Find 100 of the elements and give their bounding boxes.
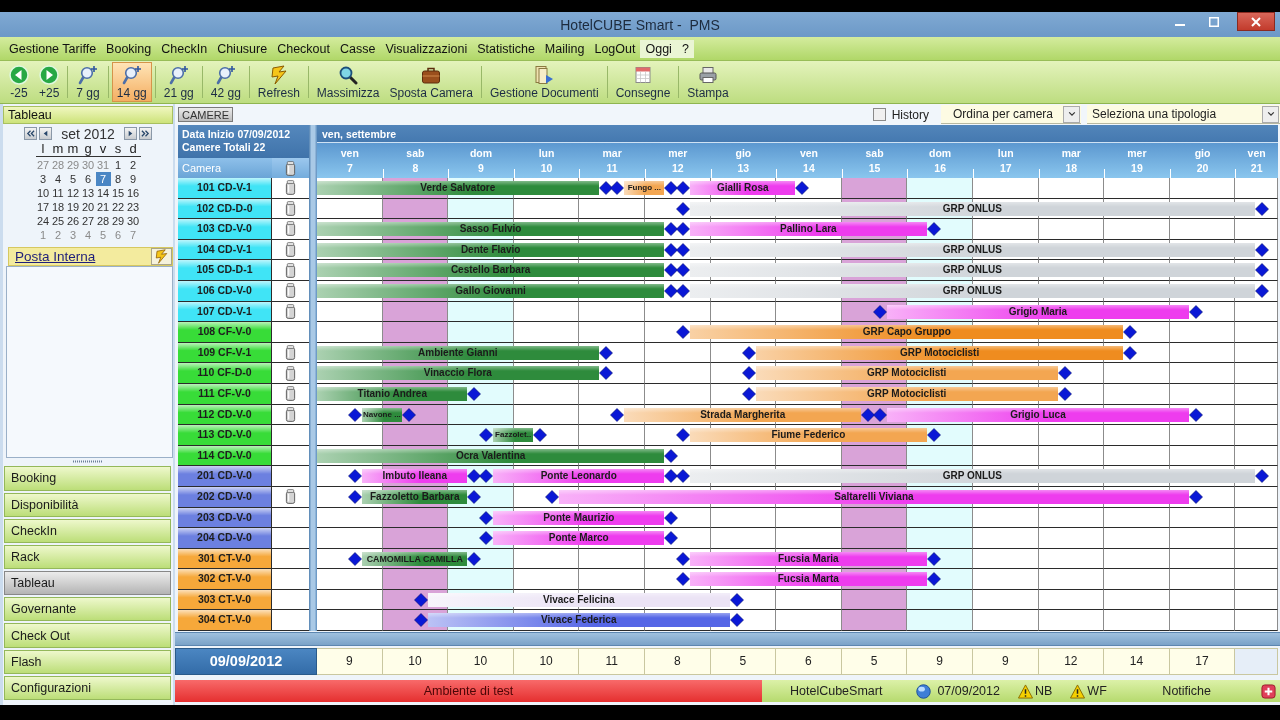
diamond-icon[interactable] bbox=[741, 366, 756, 381]
booking-bar[interactable]: GRP ONLUS bbox=[690, 242, 1255, 257]
menu-item[interactable]: Chiusure bbox=[212, 39, 273, 58]
booking-bar[interactable]: Vivace Federica bbox=[427, 613, 730, 628]
menu-item[interactable]: Mailing bbox=[539, 39, 590, 58]
calendar-day[interactable]: 20 bbox=[80, 200, 96, 214]
booking-bar[interactable]: Pallino Lara bbox=[690, 222, 927, 237]
diamond-icon[interactable] bbox=[676, 222, 691, 237]
room-cell[interactable]: 201 CD-V-0 bbox=[178, 466, 272, 487]
diamond-icon[interactable] bbox=[676, 428, 691, 443]
diamond-icon[interactable] bbox=[348, 469, 363, 484]
triangle-right-icon[interactable] bbox=[123, 127, 137, 140]
diamond-icon[interactable] bbox=[676, 551, 691, 566]
calendar-day[interactable]: 3 bbox=[35, 172, 51, 186]
room-cell[interactable]: 114 CD-V-0 bbox=[178, 445, 272, 467]
diamond-icon[interactable] bbox=[1254, 263, 1269, 278]
toolbar-button[interactable]: Refresh bbox=[252, 62, 305, 102]
booking-bar[interactable]: Sasso Fulvio bbox=[317, 222, 665, 237]
booking-bar[interactable]: GRP ONLUS bbox=[690, 283, 1255, 298]
diamond-icon[interactable] bbox=[479, 510, 494, 525]
toolbar-button[interactable]: 14 gg bbox=[111, 62, 152, 102]
nav-button[interactable]: Check Out bbox=[4, 623, 171, 648]
calendar-day[interactable]: 14 bbox=[95, 186, 111, 200]
nav-button[interactable]: Flash bbox=[4, 649, 171, 674]
notifications-label[interactable]: Notifiche bbox=[1162, 684, 1211, 699]
booking-bar[interactable]: GRP ONLUS bbox=[690, 469, 1255, 484]
diamond-icon[interactable] bbox=[676, 181, 691, 195]
diamond-icon[interactable] bbox=[479, 531, 494, 546]
room-cell[interactable]: 109 CF-V-1 bbox=[178, 342, 272, 364]
calendar-day[interactable]: 23 bbox=[125, 200, 141, 214]
booking-bar[interactable]: Ponte Leonardo bbox=[493, 469, 665, 484]
calendar-day[interactable]: 2 bbox=[125, 158, 141, 172]
diamond-icon[interactable] bbox=[729, 613, 744, 628]
lightning-icon[interactable] bbox=[151, 248, 172, 265]
calendar-day[interactable]: 1 bbox=[110, 158, 126, 172]
double-chevron-right-icon[interactable] bbox=[138, 127, 152, 140]
booking-bar[interactable]: Fucsia Marta bbox=[690, 572, 927, 587]
calendar-day[interactable]: 18 bbox=[50, 200, 66, 214]
calendar-day[interactable]: 8 bbox=[110, 172, 126, 186]
diamond-icon[interactable] bbox=[676, 572, 691, 587]
diamond-icon[interactable] bbox=[401, 407, 416, 422]
diamond-icon[interactable] bbox=[676, 242, 691, 257]
scrollbar[interactable] bbox=[175, 632, 1280, 647]
calendar-day[interactable]: 5 bbox=[65, 172, 81, 186]
diamond-icon[interactable] bbox=[598, 345, 613, 360]
menu-item[interactable]: Booking bbox=[101, 39, 157, 58]
booking-bar[interactable]: Ponte Marco bbox=[493, 531, 665, 546]
room-cell[interactable]: 112 CD-V-0 bbox=[178, 404, 272, 426]
booking-bar[interactable]: Grigio Luca bbox=[886, 407, 1190, 422]
diamond-icon[interactable] bbox=[1254, 242, 1269, 257]
calendar-day[interactable]: 24 bbox=[35, 214, 51, 228]
menu-item[interactable]: CheckIn bbox=[156, 39, 213, 58]
diamond-icon[interactable] bbox=[664, 510, 679, 525]
diamond-icon[interactable] bbox=[926, 551, 941, 566]
booking-bar[interactable]: CAMOMILLA CAMILLA bbox=[362, 551, 468, 566]
grip-icon[interactable] bbox=[73, 459, 103, 463]
calendar-day[interactable]: 30 bbox=[125, 214, 141, 228]
booking-bar[interactable]: Imbuto Ileana bbox=[362, 469, 468, 484]
checkbox[interactable] bbox=[872, 108, 886, 121]
diamond-icon[interactable] bbox=[741, 345, 756, 360]
nav-button[interactable]: Booking bbox=[4, 466, 171, 491]
room-cell[interactable]: 110 CF-D-0 bbox=[178, 363, 272, 384]
calendar-day[interactable]: 19 bbox=[65, 200, 81, 214]
menu-item[interactable]: Gestione Tariffe bbox=[4, 39, 102, 58]
calendar-day[interactable]: 7 bbox=[95, 172, 111, 186]
booking-bar[interactable]: Titanio Andrea bbox=[317, 386, 468, 401]
nav-button[interactable]: Governante bbox=[4, 597, 171, 622]
menu-item[interactable]: Checkout bbox=[272, 39, 335, 58]
booking-bar[interactable]: Fungo ... bbox=[624, 181, 665, 195]
diamond-icon[interactable] bbox=[664, 283, 679, 298]
diamond-icon[interactable] bbox=[1123, 325, 1138, 340]
diamond-icon[interactable] bbox=[467, 551, 482, 566]
nav-button[interactable]: Tableau bbox=[4, 571, 171, 596]
booking-bar[interactable]: GRP ONLUS bbox=[690, 201, 1255, 216]
diamond-icon[interactable] bbox=[413, 592, 428, 607]
toolbar-button[interactable]: -25 bbox=[4, 62, 34, 102]
menu-item[interactable]: Casse bbox=[335, 39, 381, 58]
diamond-icon[interactable] bbox=[861, 407, 876, 422]
type-dropdown[interactable]: Seleziona una tipologia bbox=[1087, 105, 1280, 124]
calendar-day[interactable]: 6 bbox=[80, 172, 96, 186]
booking-bar[interactable]: Saltarelli Viviana bbox=[558, 489, 1190, 504]
room-cell[interactable]: 304 CT-V-0 bbox=[178, 610, 272, 632]
calendar-day[interactable]: 4 bbox=[50, 172, 66, 186]
toolbar-button[interactable]: Sposta Camera bbox=[384, 62, 478, 102]
diamond-icon[interactable] bbox=[413, 613, 428, 628]
diamond-icon[interactable] bbox=[664, 242, 679, 257]
tab[interactable]: CAMERE bbox=[178, 107, 234, 122]
diamond-icon[interactable] bbox=[926, 222, 941, 237]
diamond-icon[interactable] bbox=[872, 304, 887, 319]
calendar-day[interactable]: 17 bbox=[35, 200, 51, 214]
booking-bar[interactable]: Ocra Valentina bbox=[317, 448, 665, 463]
diamond-icon[interactable] bbox=[926, 572, 941, 587]
menu-item[interactable]: Oggi bbox=[640, 39, 677, 58]
room-cell[interactable]: 105 CD-D-1 bbox=[178, 260, 272, 281]
calendar-day[interactable]: 28 bbox=[95, 214, 111, 228]
booking-bar[interactable]: Dente Flavio bbox=[317, 242, 665, 257]
calendar-day[interactable]: 26 bbox=[65, 214, 81, 228]
diamond-icon[interactable] bbox=[676, 201, 691, 216]
toolbar-button[interactable]: 21 gg bbox=[158, 62, 199, 102]
toolbar-button[interactable]: 42 gg bbox=[205, 62, 246, 102]
